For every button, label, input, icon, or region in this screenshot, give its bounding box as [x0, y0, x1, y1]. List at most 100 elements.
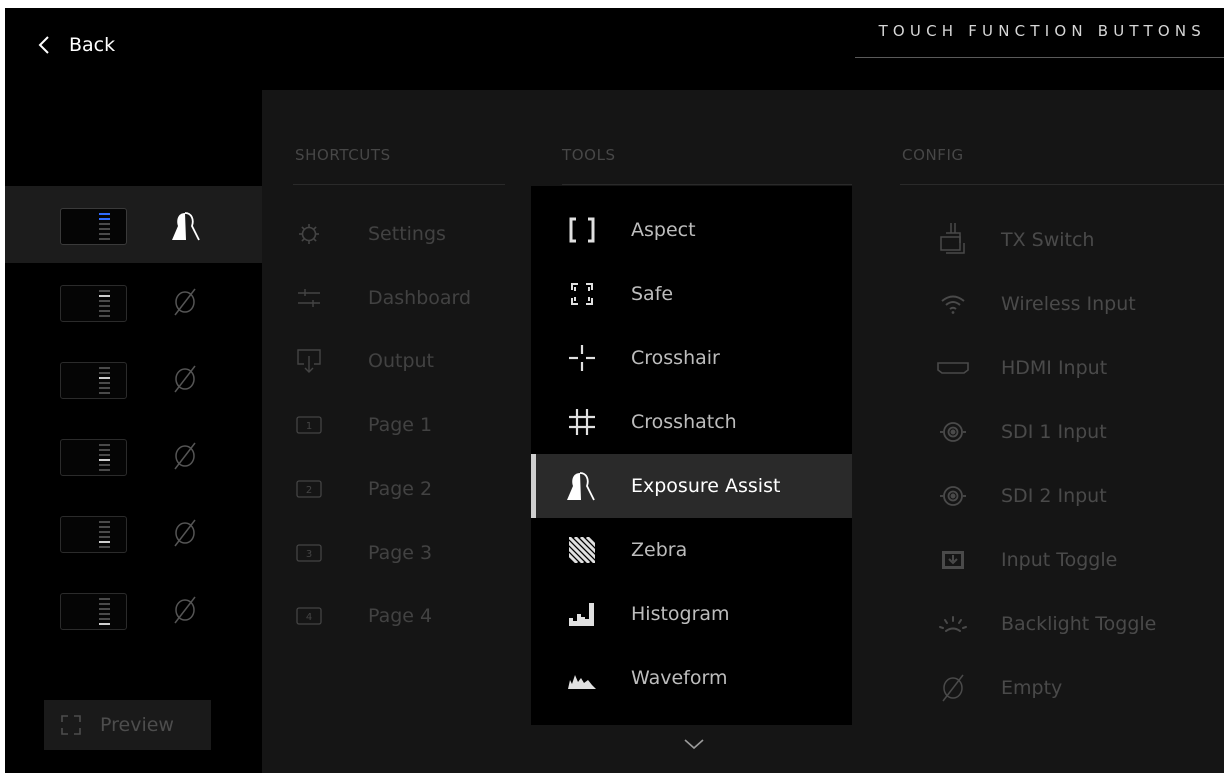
- preview-button[interactable]: Preview: [44, 700, 211, 750]
- config-item-label: SDI 2 Input: [1001, 485, 1107, 507]
- shortcuts-item-label: Page 2: [368, 477, 433, 500]
- empty-icon: [172, 595, 202, 629]
- function-button-slot[interactable]: [5, 571, 262, 648]
- shortcuts-item-page-3[interactable]: 3 Page 3: [293, 521, 505, 585]
- config-item-label: Backlight Toggle: [1001, 613, 1157, 635]
- shortcuts-item-label: Page 1: [368, 414, 433, 437]
- config-divider: [900, 184, 1224, 185]
- button-position-indicator: [60, 439, 127, 476]
- gear-icon: [291, 202, 327, 266]
- safe-icon: [564, 262, 600, 326]
- tools-item-label: Zebra: [631, 539, 688, 561]
- tools-item-label: Waveform: [631, 667, 728, 689]
- aspect-icon: [564, 198, 600, 262]
- shortcuts-item-page-4[interactable]: 4 Page 4: [293, 584, 505, 648]
- config-item-label: Empty: [1001, 677, 1063, 699]
- crosshatch-icon: [564, 390, 600, 454]
- shortcuts-item-dashboard[interactable]: Dashboard: [293, 266, 505, 330]
- svg-text:2: 2: [306, 485, 312, 496]
- config-item-backlight-toggle[interactable]: Backlight Toggle: [900, 592, 1224, 656]
- top-bar: Back TOUCH FUNCTION BUTTONS: [5, 8, 1224, 90]
- config-item-input-toggle[interactable]: Input Toggle: [900, 528, 1224, 592]
- shortcuts-item-page-1[interactable]: 1 Page 1: [293, 393, 505, 457]
- empty-icon: [935, 656, 971, 720]
- button-position-indicator: [60, 593, 127, 630]
- config-item-hdmi-input[interactable]: HDMI Input: [900, 336, 1224, 400]
- backlight-icon: [935, 592, 971, 656]
- shortcuts-item-label: Output: [368, 350, 434, 373]
- exposure-assist-icon: [564, 454, 600, 518]
- function-button-slot[interactable]: [5, 494, 262, 571]
- config-item-tx-switch[interactable]: TX Switch: [900, 208, 1224, 272]
- back-button[interactable]: Back: [37, 32, 115, 58]
- selection-indicator: [531, 454, 536, 518]
- config-item-sdi-1-input[interactable]: SDI 1 Input: [900, 400, 1224, 464]
- config-heading: CONFIG: [902, 146, 964, 164]
- sliders-icon: [291, 266, 327, 330]
- function-button-slot[interactable]: [5, 186, 262, 263]
- wifi-icon: [935, 272, 971, 336]
- crosshair-icon: [564, 326, 600, 390]
- function-button-slots: [5, 186, 262, 648]
- chevron-down-icon[interactable]: [683, 737, 705, 751]
- shortcuts-item-settings[interactable]: Settings: [293, 202, 505, 266]
- tools-item-waveform[interactable]: Waveform: [531, 646, 852, 710]
- tools-item-label: Aspect: [631, 219, 696, 241]
- function-button-slot[interactable]: [5, 263, 262, 340]
- sdi-icon: [935, 464, 971, 528]
- tx-switch-icon: [935, 208, 971, 272]
- histogram-icon: [564, 582, 600, 646]
- shortcuts-item-output[interactable]: Output: [293, 329, 505, 393]
- tools-item-label: Crosshair: [631, 347, 720, 369]
- config-item-sdi-2-input[interactable]: SDI 2 Input: [900, 464, 1224, 528]
- output-icon: [291, 329, 327, 393]
- zebra-icon: [564, 518, 600, 582]
- svg-text:3: 3: [306, 549, 312, 560]
- page-title: TOUCH FUNCTION BUTTONS: [878, 22, 1206, 40]
- tools-item-crosshatch[interactable]: Crosshatch: [531, 390, 852, 454]
- app-frame: Back TOUCH FUNCTION BUTTONS Preview SHOR…: [5, 8, 1224, 773]
- hdmi-icon: [935, 336, 971, 400]
- function-button-slot[interactable]: [5, 417, 262, 494]
- config-item-label: Wireless Input: [1001, 293, 1136, 315]
- page-2-icon: 2: [291, 457, 327, 521]
- shortcuts-item-page-2[interactable]: 2 Page 2: [293, 457, 505, 521]
- button-position-indicator: [60, 516, 127, 553]
- page-1-icon: 1: [291, 393, 327, 457]
- button-position-indicator: [60, 362, 127, 399]
- tools-list: Aspect Safe Crosshair Crosshatch Exposure As…: [531, 186, 852, 725]
- tools-item-zebra[interactable]: Zebra: [531, 518, 852, 582]
- button-position-indicator: [60, 285, 127, 322]
- preview-label: Preview: [100, 714, 174, 736]
- page-3-icon: 3: [291, 521, 327, 585]
- config-item-label: HDMI Input: [1001, 357, 1108, 379]
- tools-item-aspect[interactable]: Aspect: [531, 198, 852, 262]
- tools-item-label: Histogram: [631, 603, 730, 625]
- tools-item-label: Crosshatch: [631, 411, 737, 433]
- tools-item-crosshair[interactable]: Crosshair: [531, 326, 852, 390]
- shortcuts-divider: [293, 184, 505, 185]
- config-item-label: TX Switch: [1001, 229, 1095, 251]
- svg-text:1: 1: [306, 421, 312, 432]
- input-toggle-icon: [935, 528, 971, 592]
- svg-text:4: 4: [306, 612, 312, 623]
- config-item-label: SDI 1 Input: [1001, 421, 1107, 443]
- function-picker-panel: SHORTCUTS TOOLS CONFIG Settings Dashboard…: [262, 90, 1224, 773]
- config-item-wireless-input[interactable]: Wireless Input: [900, 272, 1224, 336]
- waveform-icon: [564, 646, 600, 710]
- shortcuts-item-label: Page 4: [368, 605, 433, 628]
- shortcuts-item-label: Settings: [368, 223, 446, 245]
- page-4-icon: 4: [291, 584, 327, 648]
- shortcuts-item-label: Dashboard: [368, 286, 472, 309]
- config-item-empty[interactable]: Empty: [900, 656, 1224, 720]
- tools-heading: TOOLS: [562, 146, 616, 164]
- shortcuts-heading: SHORTCUTS: [295, 146, 391, 164]
- tools-item-histogram[interactable]: Histogram: [531, 582, 852, 646]
- config-item-label: Input Toggle: [1001, 549, 1118, 571]
- function-button-slot[interactable]: [5, 340, 262, 417]
- tools-item-label: Safe: [631, 283, 674, 305]
- empty-icon: [172, 441, 202, 475]
- title-underline: [855, 57, 1224, 58]
- tools-item-safe[interactable]: Safe: [531, 262, 852, 326]
- tools-item-exposure-assist[interactable]: Exposure Assist: [531, 454, 852, 518]
